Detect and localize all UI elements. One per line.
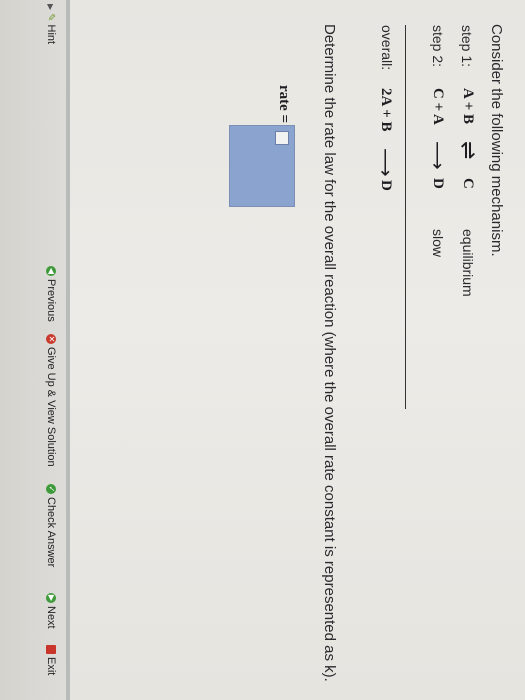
check-answer-button[interactable]: ✓ Check Answer	[45, 484, 57, 567]
step2-label: step 2:	[430, 25, 446, 68]
toolbar-divider	[66, 0, 70, 700]
step2-reactants: C + A	[430, 88, 446, 125]
step2-note: slow	[430, 229, 446, 258]
next-arrow-icon: ▶	[46, 593, 56, 603]
step1-reactants: A + B	[460, 88, 476, 125]
give-up-button[interactable]: ✕ Give Up & View Solution	[45, 334, 57, 467]
expand-triangle-icon: ▶	[46, 4, 56, 11]
give-up-label: Give Up & View Solution	[45, 347, 57, 467]
rate-answer-input[interactable]	[229, 125, 295, 207]
exit-button[interactable]: Exit	[45, 645, 57, 675]
exit-door-icon	[46, 645, 56, 654]
next-button[interactable]: ▶ Next	[45, 593, 57, 629]
check-icon: ✓	[46, 484, 56, 494]
overall-arrow-icon: ⟶	[374, 148, 396, 177]
hint-button[interactable]: ▶ ✎ Hint	[45, 4, 57, 44]
input-placeholder-box	[275, 131, 289, 145]
previous-label: Previous	[45, 279, 57, 322]
overall-label: overall:	[379, 25, 395, 71]
lightbulb-icon: ✎	[45, 13, 57, 22]
next-label: Next	[45, 606, 57, 629]
step1-label: step 1:	[459, 25, 475, 68]
previous-button[interactable]: ◀ Previous	[45, 266, 57, 322]
step1-product: C	[460, 178, 476, 189]
rate-label: rate =	[276, 85, 292, 124]
step2-product: D	[430, 178, 446, 189]
hint-label: Hint	[45, 24, 57, 45]
step1-note: equilibrium	[460, 229, 476, 297]
previous-arrow-icon: ◀	[46, 266, 56, 276]
overall-product: D	[378, 180, 394, 191]
overall-divider	[405, 25, 406, 409]
step2-arrow-icon: ⟶	[426, 141, 448, 170]
give-up-x-icon: ✕	[46, 334, 56, 344]
check-answer-label: Check Answer	[45, 497, 57, 568]
overall-reactants: 2A + B	[378, 88, 394, 132]
intro-text: Consider the following mechanism.	[488, 24, 505, 257]
exit-label: Exit	[45, 657, 57, 676]
screen: Consider the following mechanism. step 1…	[0, 0, 525, 700]
question-prompt: Determine the rate law for the overall r…	[321, 24, 338, 682]
equilibrium-arrow-icon: ⇌	[456, 141, 481, 160]
